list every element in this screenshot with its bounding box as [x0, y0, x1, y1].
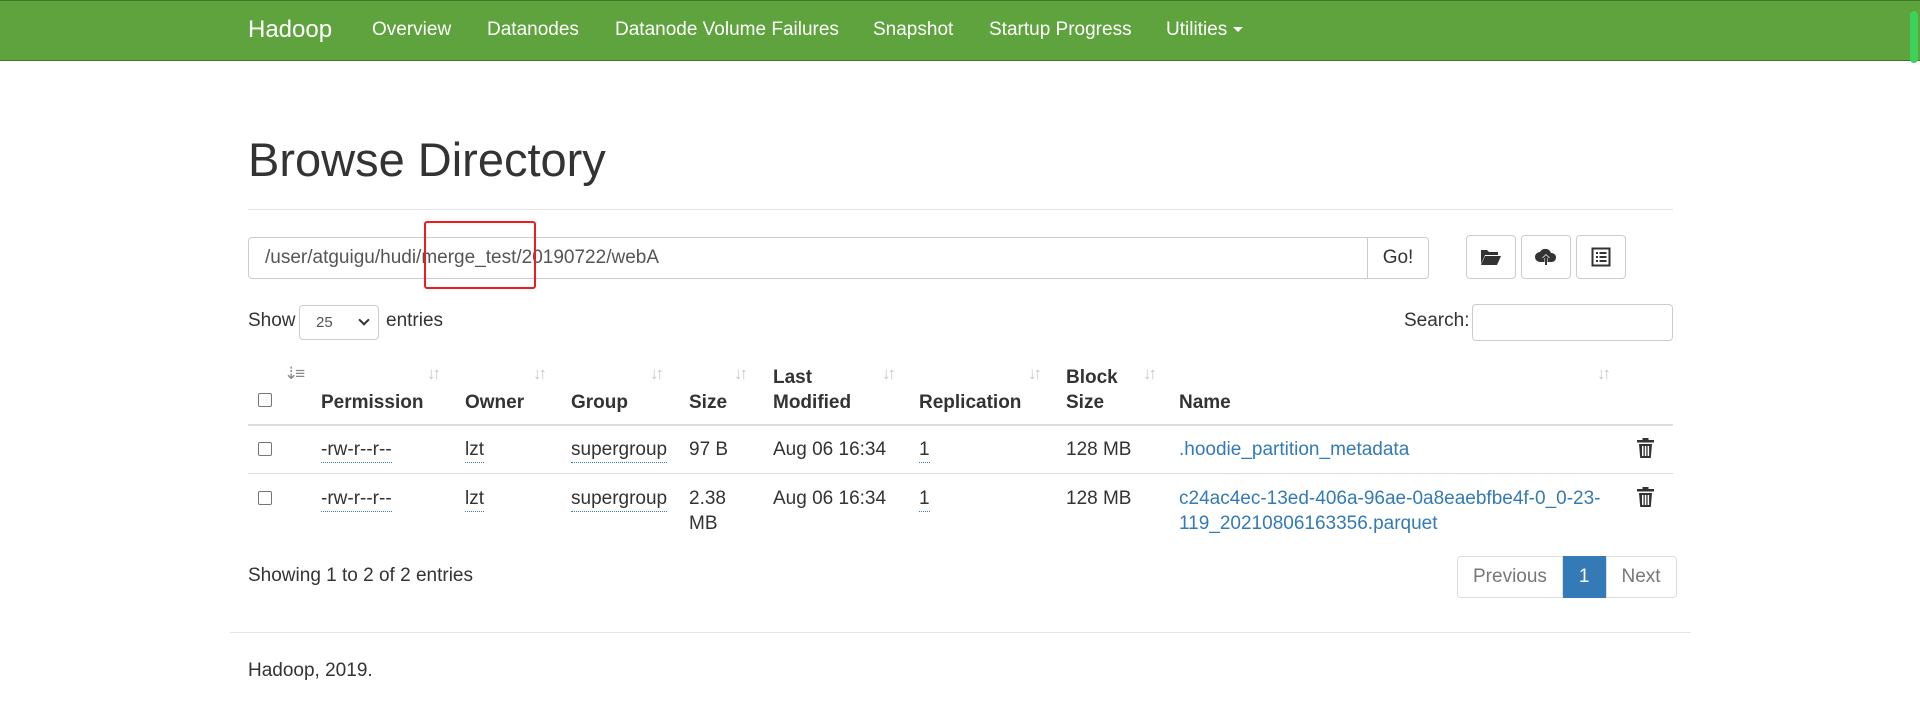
- row-size-unit: MB: [689, 513, 718, 534]
- row-name-link-continued[interactable]: 119_20210806163356.parquet: [1179, 511, 1438, 536]
- nav-utilities-label: Utilities: [1166, 19, 1228, 40]
- scrollbar-thumb[interactable]: [1910, 11, 1918, 63]
- row-permission[interactable]: -rw-r--r--: [321, 486, 392, 512]
- caret-down-icon: [1233, 27, 1244, 33]
- row-name-link[interactable]: c24ac4ec-13ed-406a-96ae-0a8eaebfbe4f-0_0…: [1179, 486, 1601, 511]
- brand-link[interactable]: Hadoop: [248, 16, 332, 44]
- sort-icon[interactable]: ↓↑: [1028, 364, 1042, 384]
- row-size: 2.38: [689, 488, 726, 509]
- sort-icon[interactable]: ↓↑: [533, 364, 547, 384]
- col-header-last-modified-line1[interactable]: Last: [773, 365, 812, 390]
- entries-select-value: 25: [316, 314, 333, 331]
- go-button[interactable]: Go!: [1367, 237, 1429, 279]
- row-divider: [248, 473, 1673, 474]
- page-title: Browse Directory: [248, 133, 606, 186]
- entries-label: entries: [386, 310, 444, 331]
- sort-icon[interactable]: ↓↑: [734, 364, 748, 384]
- row-group[interactable]: supergroup: [571, 486, 668, 512]
- col-header-group[interactable]: Group: [571, 390, 628, 415]
- nav-datanodes[interactable]: Datanodes: [487, 19, 579, 41]
- row-size: 97 B: [689, 439, 729, 460]
- list-icon: [1591, 247, 1611, 267]
- pagination: Previous 1 Next: [1457, 556, 1677, 598]
- row-group[interactable]: supergroup: [571, 437, 668, 463]
- search-input[interactable]: [1472, 304, 1673, 341]
- upload-files-button[interactable]: [1521, 235, 1571, 279]
- row-replication[interactable]: 1: [919, 437, 930, 463]
- sort-active-icon[interactable]: ⇣≡: [284, 364, 305, 384]
- row-block-size: 128 MB: [1066, 439, 1132, 460]
- directory-path-input[interactable]: [248, 237, 1368, 279]
- entries-per-page-select[interactable]: 25: [299, 305, 379, 340]
- show-label: Show: [248, 310, 296, 331]
- nav-overview[interactable]: Overview: [372, 19, 451, 41]
- row-permission[interactable]: -rw-r--r--: [321, 437, 392, 463]
- cut-paste-button[interactable]: [1576, 235, 1626, 279]
- table-header-divider: [248, 424, 1673, 426]
- nav-snapshot[interactable]: Snapshot: [873, 19, 953, 41]
- col-header-size[interactable]: Size: [689, 390, 727, 415]
- row-last-modified: Aug 06 16:34: [773, 439, 887, 460]
- next-page-button[interactable]: Next: [1605, 556, 1677, 598]
- row-owner[interactable]: lzt: [465, 437, 484, 463]
- col-header-block-size-line1[interactable]: Block: [1066, 365, 1118, 390]
- col-header-last-modified-line2[interactable]: Modified: [773, 390, 851, 415]
- row-replication[interactable]: 1: [919, 486, 930, 512]
- sort-icon[interactable]: ↓↑: [882, 364, 896, 384]
- nav-utilities-dropdown[interactable]: Utilities: [1166, 19, 1244, 41]
- row-checkbox[interactable]: [258, 442, 272, 456]
- col-header-permission[interactable]: Permission: [321, 390, 423, 415]
- table-info-summary: Showing 1 to 2 of 2 entries: [248, 565, 473, 586]
- search-label: Search:: [1404, 310, 1470, 331]
- row-last-modified: Aug 06 16:34: [773, 488, 887, 509]
- sort-icon[interactable]: ↓↑: [650, 364, 664, 384]
- row-name-link[interactable]: .hoodie_partition_metadata: [1179, 437, 1409, 462]
- sort-icon[interactable]: ↓↑: [1597, 364, 1611, 384]
- cloud-upload-icon: [1535, 248, 1557, 265]
- select-all-checkbox[interactable]: [258, 393, 272, 407]
- footer-copyright: Hadoop, 2019.: [248, 660, 373, 681]
- row-owner[interactable]: lzt: [465, 486, 484, 512]
- previous-page-button[interactable]: Previous: [1457, 556, 1563, 598]
- col-header-replication[interactable]: Replication: [919, 390, 1021, 415]
- trash-icon[interactable]: [1637, 487, 1654, 507]
- sort-icon[interactable]: ↓↑: [1143, 364, 1157, 384]
- nav-startup-progress[interactable]: Startup Progress: [989, 19, 1132, 41]
- top-navbar: Hadoop Overview Datanodes Datanode Volum…: [0, 0, 1920, 63]
- footer-divider: [230, 632, 1691, 633]
- chevron-down-icon: [358, 314, 370, 326]
- sort-icon[interactable]: ↓↑: [427, 364, 441, 384]
- col-header-name[interactable]: Name: [1179, 390, 1231, 415]
- folder-open-icon: [1481, 250, 1501, 265]
- create-directory-button[interactable]: [1466, 235, 1516, 279]
- page-1-button[interactable]: 1: [1562, 556, 1606, 598]
- col-header-owner[interactable]: Owner: [465, 390, 524, 415]
- nav-datanode-volume-failures[interactable]: Datanode Volume Failures: [615, 19, 839, 41]
- title-divider: [248, 209, 1673, 210]
- trash-icon[interactable]: [1637, 438, 1654, 458]
- row-checkbox[interactable]: [258, 491, 272, 505]
- row-block-size: 128 MB: [1066, 488, 1132, 509]
- col-header-block-size-line2[interactable]: Size: [1066, 390, 1104, 415]
